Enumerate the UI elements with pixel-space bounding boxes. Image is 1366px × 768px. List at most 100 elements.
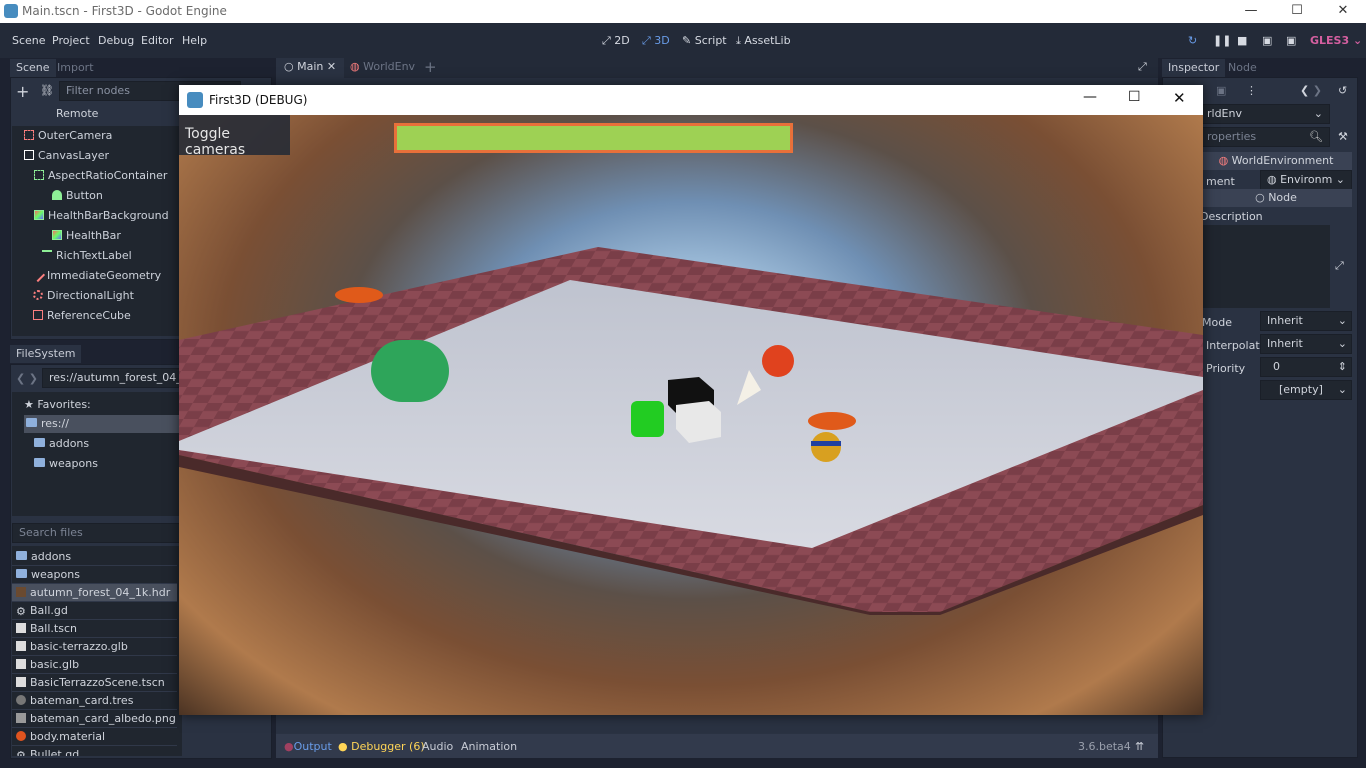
reload-icon[interactable]: ↻: [1188, 34, 1197, 47]
tree-node[interactable]: OuterCamera: [24, 129, 112, 149]
menu-project[interactable]: Project: [52, 34, 90, 47]
ship-right: [808, 412, 856, 430]
link-icon[interactable]: ⛓: [40, 84, 54, 97]
node-section[interactable]: ○ Node: [1200, 189, 1352, 207]
window-title: Main.tscn - First3D - Godot Engine: [22, 4, 227, 18]
description-textarea[interactable]: [1200, 225, 1330, 308]
pin-panel-icon[interactable]: ⇈: [1135, 740, 1144, 753]
workspace-assetlib[interactable]: ⤓ AssetLib: [736, 34, 791, 48]
godot-logo-icon: [4, 4, 18, 18]
history-nav[interactable]: ❮ ❯: [1300, 84, 1322, 97]
green-cylinder: [631, 401, 664, 437]
environment-select[interactable]: ◍ Environm ⌄: [1260, 170, 1352, 190]
filter-properties-input[interactable]: roperties 🔍︎: [1200, 127, 1330, 147]
menu-debug[interactable]: Debug: [98, 34, 134, 47]
tree-node[interactable]: Button: [52, 189, 103, 209]
game-window: First3D (DEBUG) — ☐ ✕ Toggle cameras: [179, 85, 1203, 715]
play-custom-icon[interactable]: ▣: [1286, 34, 1296, 47]
tab-worldenv[interactable]: ◍ WorldEnv: [350, 60, 415, 73]
tab-node[interactable]: Node: [1222, 59, 1263, 77]
play-scene-icon[interactable]: ▣: [1262, 34, 1272, 47]
minimize-button[interactable]: —: [1228, 0, 1274, 23]
workspace-script[interactable]: ✎ Script: [682, 34, 727, 47]
folder-item[interactable]: addons: [34, 437, 89, 450]
workspace-2d[interactable]: ⤢ 2D: [602, 34, 630, 48]
file-item[interactable]: basic.glb: [12, 656, 177, 674]
maximize-button[interactable]: ☐: [1274, 0, 1320, 23]
game-title: First3D (DEBUG): [209, 93, 308, 107]
gear-icon: ⚙: [16, 605, 26, 618]
more-icon[interactable]: ⋮: [1246, 84, 1257, 97]
tree-node[interactable]: CanvasLayer: [24, 149, 109, 169]
folder-tree: ★ Favorites: res:// addons weapons: [12, 392, 182, 516]
search-files-input[interactable]: Search files: [12, 523, 182, 543]
property-tools-icon[interactable]: ⚒: [1338, 130, 1348, 143]
file-item[interactable]: body.material: [12, 728, 177, 746]
tree-node[interactable]: HealthBarBackground: [34, 209, 169, 229]
remote-tab[interactable]: Remote: [56, 107, 98, 120]
distraction-free-icon[interactable]: ⤢: [1138, 60, 1147, 74]
expand-icon[interactable]: ⤢: [1335, 259, 1344, 273]
tree-node[interactable]: ImmediateGeometry: [30, 267, 161, 289]
workspace-3d[interactable]: ⤢ 3D: [642, 34, 670, 48]
folder-res[interactable]: res://: [24, 415, 182, 433]
object-selector[interactable]: rldEnv ⌄: [1200, 104, 1330, 124]
history-icon[interactable]: ↺: [1338, 84, 1347, 97]
file-item[interactable]: autumn_forest_04_1k.hdr: [12, 584, 177, 602]
path-field[interactable]: res://autumn_forest_04_1k.hdr: [42, 368, 182, 388]
scene-3d: [179, 247, 1203, 615]
tab-output[interactable]: ●Output: [284, 740, 332, 753]
add-node-icon[interactable]: +: [16, 82, 29, 101]
interpolation-select[interactable]: Inherit ⌄: [1260, 334, 1352, 354]
tab-scene[interactable]: Scene: [10, 59, 56, 77]
tab-filesystem[interactable]: FileSystem: [10, 345, 82, 363]
nav-back-forward[interactable]: ❮ ❯: [16, 372, 38, 385]
file-item[interactable]: ⚙ Bullet.gd: [12, 746, 177, 756]
file-item[interactable]: ⚙ Ball.gd: [12, 602, 177, 620]
toggle-cameras-button[interactable]: Toggle cameras: [179, 115, 290, 158]
file-item[interactable]: BasicTerrazzoScene.tscn: [12, 674, 177, 692]
tree-node[interactable]: RichTextLabel: [42, 249, 132, 269]
file-item[interactable]: addons: [12, 548, 177, 566]
priority-spinbox[interactable]: 0 ⇕: [1260, 357, 1352, 377]
ball-stripe: [811, 441, 841, 446]
pause-button[interactable]: ❚❚: [1213, 34, 1231, 47]
editor-tabbar: ○ Main ✕ ◍ WorldEnv + ⤢: [276, 58, 1158, 78]
save-icon[interactable]: ▣: [1216, 84, 1226, 97]
close-button[interactable]: ✕: [1320, 0, 1366, 23]
stop-button[interactable]: ■: [1237, 34, 1247, 47]
red-ball: [762, 345, 794, 377]
scene-tree: OuterCamera CanvasLayer AspectRatioConta…: [12, 126, 182, 336]
folder-item[interactable]: weapons: [34, 457, 98, 470]
file-item[interactable]: bateman_card_albedo.png: [12, 710, 177, 728]
tab-import[interactable]: Import: [51, 59, 100, 77]
tree-node[interactable]: HealthBar: [52, 229, 121, 249]
favorites-label: ★ Favorites:: [24, 398, 91, 411]
tree-node[interactable]: DirectionalLight: [33, 289, 134, 309]
file-item[interactable]: basic-terrazzo.glb: [12, 638, 177, 656]
game-minimize-button[interactable]: —: [1083, 89, 1097, 105]
resource-select[interactable]: [empty] ⌄: [1260, 380, 1352, 400]
file-item[interactable]: Ball.tscn: [12, 620, 177, 638]
menu-editor[interactable]: Editor: [141, 34, 174, 47]
version-label: 3.6.beta4: [1078, 740, 1131, 753]
tab-inspector[interactable]: Inspector: [1162, 59, 1226, 77]
tab-audio[interactable]: Audio: [422, 740, 453, 753]
menu-help[interactable]: Help: [182, 34, 207, 47]
file-item[interactable]: weapons: [12, 566, 177, 584]
tab-debugger[interactable]: ● Debugger (6): [338, 740, 425, 753]
file-list: addons weapons autumn_forest_04_1k.hdr ⚙…: [12, 546, 182, 756]
game-maximize-button[interactable]: ☐: [1128, 89, 1141, 105]
tab-main[interactable]: ○ Main ✕: [276, 58, 345, 78]
tree-node[interactable]: AspectRatioContainer: [34, 169, 167, 189]
menu-scene[interactable]: Scene: [12, 34, 46, 47]
file-item[interactable]: bateman_card.tres: [12, 692, 177, 710]
renderer-select[interactable]: GLES3 ⌄: [1310, 34, 1362, 47]
game-close-button[interactable]: ✕: [1173, 89, 1186, 107]
tab-animation[interactable]: Animation: [461, 740, 517, 753]
mode-select[interactable]: Inherit ⌄: [1260, 311, 1352, 331]
add-tab-button[interactable]: +: [424, 58, 437, 76]
window-titlebar: Main.tscn - First3D - Godot Engine — ☐ ✕: [0, 0, 1366, 23]
health-bar-background: [394, 123, 793, 153]
tree-node[interactable]: ReferenceCube: [33, 309, 131, 329]
